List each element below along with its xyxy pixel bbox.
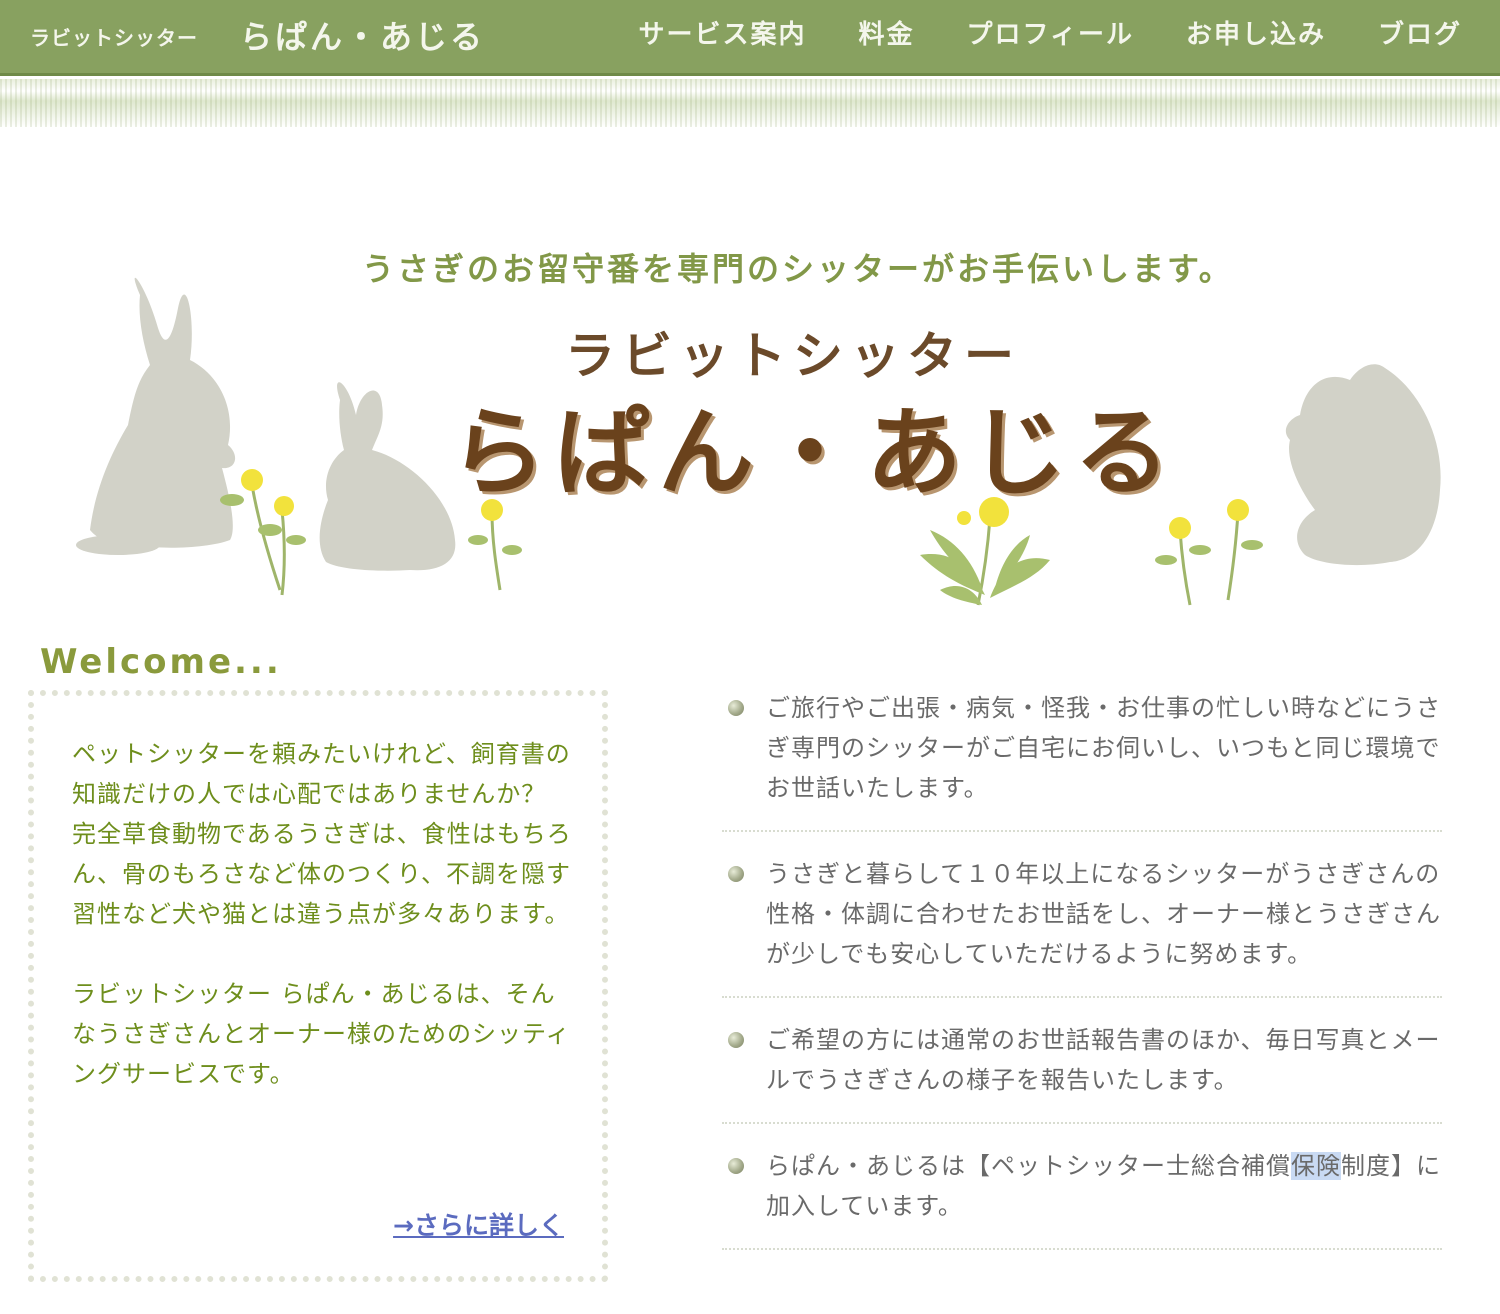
bullet-icon [728,1158,744,1174]
welcome-box: ペットシッターを頼みたいけれど、飼育書の知識だけの人では心配ではありませんか？ … [28,690,608,1282]
nav-item-pricing[interactable]: 料金 [858,14,914,51]
bullet-icon [728,700,744,716]
welcome-heading: Welcome... [40,642,282,682]
rabbit-silhouette-left [76,277,236,555]
brand-logo[interactable]: らぱん・あじる [240,12,485,58]
header-decorative-band [0,79,1500,127]
feature-list: ご旅行やご出張・病気・怪我・お仕事の忙しい時などにうさぎ専門のシッターがご自宅に… [722,688,1442,1272]
read-more-link[interactable]: →さらに詳しく [393,1206,564,1242]
feature-text: ご希望の方には通常のお世話報告書のほか、毎日写真とメールでうさぎさんの様子を報告… [766,1026,1441,1094]
nav-item-services[interactable]: サービス案内 [638,14,806,51]
hero-tagline: うさぎのお留守番を専門のシッターがお手伝いします。 [362,250,1234,288]
list-item: らぱん・あじるは【ペットシッター士総合補償保険制度】に加入しています。 [722,1146,1442,1250]
rabbit-silhouette-right [1285,364,1441,566]
top-nav-bar: ラビットシッター らぱん・あじる サービス案内 料金 プロフィール お申し込み … [0,0,1500,76]
list-item: ご旅行やご出張・病気・怪我・お仕事の忙しい時などにうさぎ専門のシッターがご自宅に… [722,688,1442,832]
selected-text: 保険 [1291,1152,1341,1180]
welcome-paragraph-3: ラビットシッター らぱん・あじるは、そんなうさぎさんとオーナー様のためのシッティ… [72,980,571,1088]
hero-banner: うさぎのお留守番を専門のシッターがお手伝いします。 ラビットシッター らぱん・あ… [0,200,1500,630]
list-item: ご希望の方には通常のお世話報告書のほか、毎日写真とメールでうさぎさんの様子を報告… [722,1020,1442,1124]
list-item: うさぎと暮らして１０年以上になるシッターがうさぎさんの性格・体調に合わせたお世話… [722,854,1442,998]
brand-subtitle: ラビットシッター [30,26,198,50]
main-nav: サービス案内 料金 プロフィール お申し込み ブログ [638,14,1462,51]
nav-item-apply[interactable]: お申し込み [1186,14,1326,51]
feature-text: らぱん・あじるは【ペットシッター士総合補償保険制度】に加入しています。 [766,1146,1442,1226]
hero-title: らぱん・あじる [450,397,1178,509]
feature-text-part: らぱん・あじるは【ペットシッター士総合補償 [766,1152,1291,1180]
welcome-text: ペットシッターを頼みたいけれど、飼育書の知識だけの人では心配ではありませんか？ … [72,734,572,1094]
feature-text: うさぎと暮らして１０年以上になるシッターがうさぎさんの性格・体調に合わせたお世話… [766,860,1441,968]
rabbit-silhouette-middle [319,382,456,571]
welcome-paragraph-2: 完全草食動物であるうさぎは、食性はもちろん、骨のもろさなど体のつくり、不調を隠す… [72,820,572,928]
bullet-icon [728,866,744,882]
nav-item-profile[interactable]: プロフィール [966,14,1133,51]
feature-text: ご旅行やご出張・病気・怪我・お仕事の忙しい時などにうさぎ専門のシッターがご自宅に… [766,694,1441,802]
bullet-icon [728,1032,744,1048]
welcome-paragraph-1: ペットシッターを頼みたいけれど、飼育書の知識だけの人では心配ではありませんか？ [72,740,571,808]
nav-item-blog[interactable]: ブログ [1378,14,1462,51]
